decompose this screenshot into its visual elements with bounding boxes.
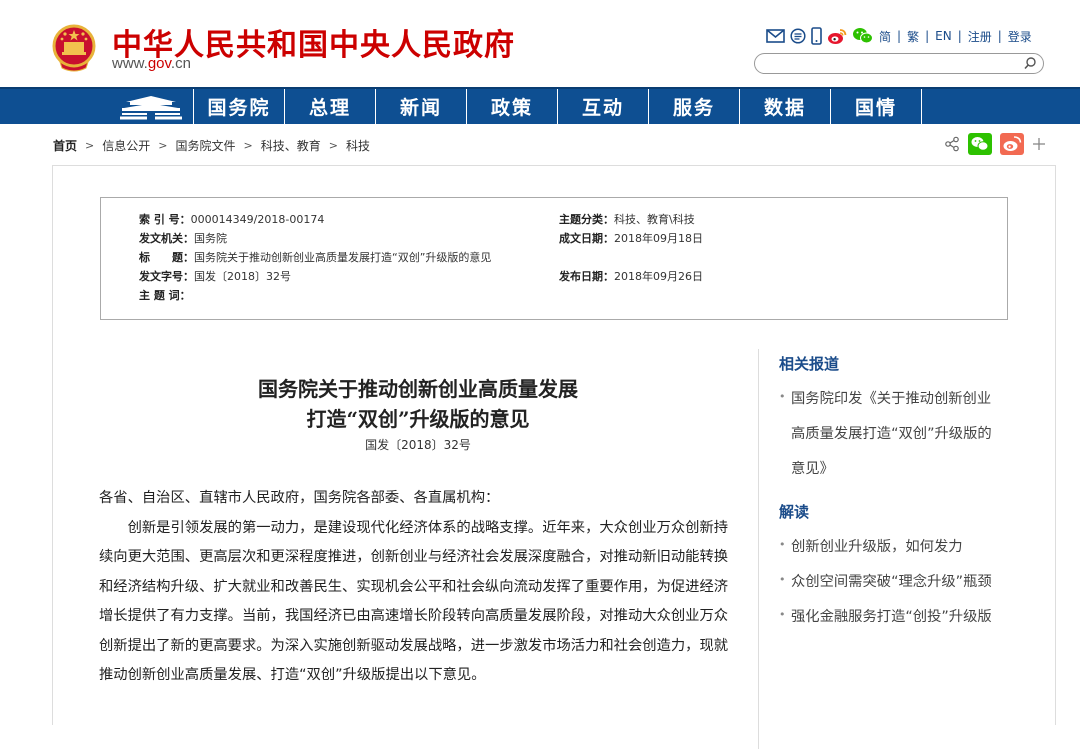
- meta-keywords-label: 主 题 词：: [139, 289, 191, 302]
- breadcrumb-state-council-docs[interactable]: 国务院文件: [175, 137, 235, 154]
- nav-item-data[interactable]: 数据: [740, 89, 831, 124]
- rss-icon[interactable]: [790, 27, 806, 45]
- related-reports-heading: 相关报道: [779, 355, 840, 373]
- article-title-line1: 国务院关于推动创新创业高质量发展: [258, 377, 578, 401]
- meta-title-label: 标 题：: [139, 251, 194, 264]
- breadcrumb-sci-edu[interactable]: 科技、教育: [261, 137, 321, 154]
- meta-index-row: 索 引 号： 000014349/2018-00174: [139, 212, 324, 228]
- breadcrumb-separator: >: [158, 139, 168, 152]
- lang-traditional-link[interactable]: 繁: [907, 28, 919, 45]
- meta-date-value: 2018年09月18日: [614, 232, 703, 245]
- site-url-prefix: www.: [112, 55, 148, 72]
- article-title-line2: 打造“双创”升级版的意见: [306, 407, 530, 431]
- meta-title-row: 标 题： 国务院关于推动创新创业高质量发展打造“双创”升级版的意见: [139, 250, 491, 266]
- meta-topic-value: 科技、教育\科技: [614, 213, 695, 226]
- lang-simplified-link[interactable]: 简: [879, 28, 891, 45]
- mobile-icon[interactable]: [811, 27, 822, 45]
- share-icon[interactable]: [944, 136, 960, 152]
- interpretation-list: 创新创业升级版，如何发力 众创空间需突破“理念升级”瓶颈 强化金融服务打造“创投…: [779, 527, 1008, 635]
- article-doc-number: 国发〔2018〕32号: [365, 438, 471, 452]
- document-meta-box: 索 引 号： 000014349/2018-00174 主题分类： 科技、教育\…: [100, 197, 1008, 320]
- nav-list: 国务院 总理 新闻 政策 互动 服务 数据 国情: [194, 89, 922, 124]
- meta-docno-label: 发文字号：: [139, 270, 194, 283]
- nav-item-state-council[interactable]: 国务院: [194, 89, 285, 124]
- meta-docno-row: 发文字号： 国发〔2018〕32号: [139, 269, 291, 285]
- related-report-link[interactable]: 国务院印发《关于推动创新创业高质量发展打造“双创”升级版的意见》: [779, 379, 993, 487]
- main-content: 索 引 号： 000014349/2018-00174 主题分类： 科技、教育\…: [52, 165, 1056, 749]
- tools-separator: |: [925, 29, 930, 43]
- interpretation-link[interactable]: 创新创业升级版，如何发力: [779, 527, 993, 565]
- header-tools: 简 | 繁 | EN | 注册 | 登录: [766, 25, 1032, 47]
- article-title: 国务院关于推动创新创业高质量发展 打造“双创”升级版的意见: [203, 374, 633, 434]
- search-icon[interactable]: [1023, 56, 1037, 70]
- share-bar: [944, 133, 1046, 155]
- nav-item-policy[interactable]: 政策: [467, 89, 558, 124]
- tools-separator: |: [897, 29, 902, 43]
- mail-icon[interactable]: [766, 27, 785, 45]
- meta-date-row: 成文日期： 2018年09月18日: [559, 231, 703, 247]
- site-header: 中华人民共和国中央人民政府 www.gov.cn 简 | 繁 | EN | 注册…: [0, 0, 1080, 87]
- meta-index-label: 索 引 号：: [139, 213, 191, 226]
- meta-docno-value: 国发〔2018〕32号: [194, 270, 291, 283]
- sidebar: 相关报道 国务院印发《关于推动创新创业高质量发展打造“双创”升级版的意见》 解读…: [758, 349, 1008, 749]
- meta-title-value: 国务院关于推动创新创业高质量发展打造“双创”升级版的意见: [194, 251, 492, 264]
- breadcrumb-separator: >: [328, 139, 338, 152]
- article-paragraph: 创新是引领发展的第一动力，是建设现代化经济体系的战略支撑。近年来，大众创业万众创…: [99, 519, 729, 684]
- meta-pubdate-row: 发布日期： 2018年09月26日: [559, 269, 703, 285]
- article-salutation: 各省、自治区、直辖市人民政府，国务院各部委、各直属机构：: [99, 490, 500, 506]
- breadcrumb-info-public[interactable]: 信息公开: [102, 137, 150, 154]
- wechat-icon[interactable]: [852, 27, 874, 45]
- more-share-icon[interactable]: [1032, 137, 1046, 151]
- nav-item-national-info[interactable]: 国情: [831, 89, 922, 124]
- site-url-mid: gov: [147, 55, 171, 72]
- meta-pubdate-value: 2018年09月26日: [614, 270, 703, 283]
- nav-home[interactable]: [109, 89, 194, 124]
- article-body: 各省、自治区、直辖市人民政府，国务院各部委、各直属机构： 创新是引领发展的第一动…: [99, 484, 739, 691]
- site-url[interactable]: www.gov.cn: [112, 55, 191, 72]
- tiananmen-icon: [120, 95, 182, 119]
- nav-item-services[interactable]: 服务: [649, 89, 740, 124]
- lang-english-link[interactable]: EN: [935, 29, 952, 43]
- nav-item-interaction[interactable]: 互动: [558, 89, 649, 124]
- meta-issuer-label: 发文机关：: [139, 232, 194, 245]
- meta-issuer-row: 发文机关： 国务院: [139, 231, 227, 247]
- register-link[interactable]: 注册: [968, 28, 992, 45]
- national-emblem-icon[interactable]: [52, 24, 96, 72]
- related-reports-list: 国务院印发《关于推动创新创业高质量发展打造“双创”升级版的意见》: [779, 379, 1008, 487]
- breadcrumb-separator: >: [85, 139, 95, 152]
- interpretation-heading: 解读: [779, 503, 810, 521]
- breadcrumb-home[interactable]: 首页: [53, 137, 77, 154]
- nav-item-premier[interactable]: 总理: [285, 89, 376, 124]
- wechat-share-icon[interactable]: [968, 133, 992, 155]
- breadcrumb: 首页 > 信息公开 > 国务院文件 > 科技、教育 > 科技: [53, 137, 370, 154]
- tools-separator: |: [997, 29, 1002, 43]
- interpretation-link[interactable]: 强化金融服务打造“创投”升级版: [779, 597, 993, 635]
- meta-index-value: 000014349/2018-00174: [190, 213, 325, 226]
- login-link[interactable]: 登录: [1008, 28, 1032, 45]
- meta-keywords-row: 主 题 词：: [139, 288, 191, 304]
- meta-topic-row: 主题分类： 科技、教育\科技: [559, 212, 695, 228]
- breadcrumb-sci[interactable]: 科技: [346, 137, 370, 154]
- search-input[interactable]: [765, 56, 1015, 71]
- tools-separator: |: [957, 29, 962, 43]
- meta-issuer-value: 国务院: [194, 232, 227, 245]
- meta-pubdate-label: 发布日期：: [559, 270, 614, 283]
- nav-item-news[interactable]: 新闻: [376, 89, 467, 124]
- main-nav: 国务院 总理 新闻 政策 互动 服务 数据 国情: [0, 87, 1080, 124]
- weibo-icon[interactable]: [827, 27, 847, 45]
- meta-topic-label: 主题分类：: [559, 213, 614, 226]
- breadcrumb-separator: >: [243, 139, 253, 152]
- weibo-share-icon[interactable]: [1000, 133, 1024, 155]
- site-url-suffix: .cn: [170, 55, 191, 72]
- search-box: [754, 53, 1044, 74]
- interpretation-link[interactable]: 众创空间需突破“理念升级”瓶颈: [779, 562, 993, 600]
- meta-date-label: 成文日期：: [559, 232, 614, 245]
